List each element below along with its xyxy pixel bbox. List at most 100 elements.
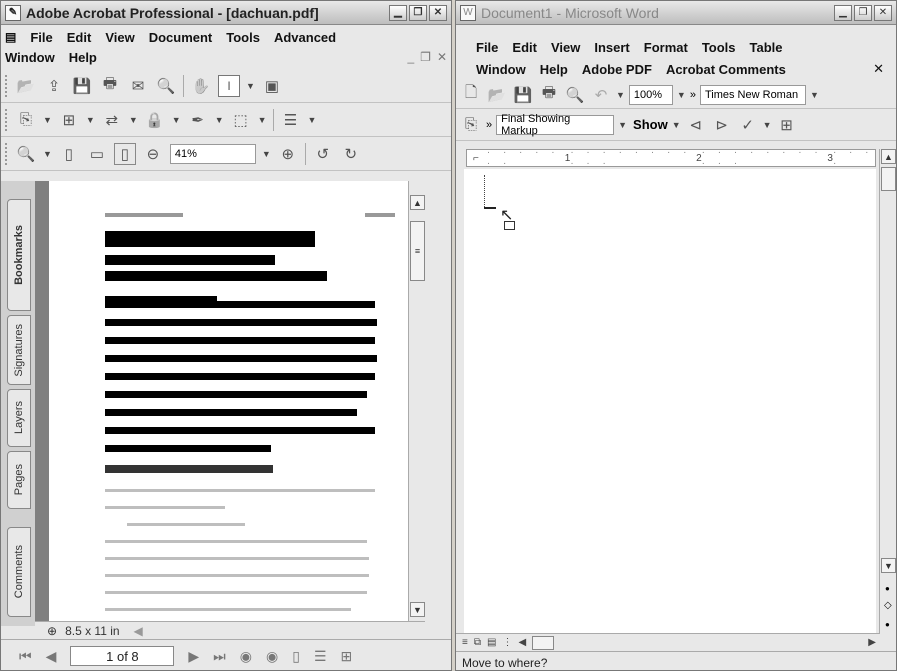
close-icon[interactable]: ✕ xyxy=(429,4,447,21)
actual-size-icon[interactable]: ▯ xyxy=(58,143,80,165)
chevron-down-icon[interactable]: ▼ xyxy=(308,115,317,125)
insert-comment-icon[interactable]: ⊞ xyxy=(776,114,798,136)
close-icon[interactable]: ✕ xyxy=(874,4,892,21)
menu-help[interactable]: Help xyxy=(69,50,97,65)
rotate-left-icon[interactable]: ↺ xyxy=(312,143,334,165)
tab-comments[interactable]: Comments xyxy=(7,527,31,617)
open-icon[interactable]: 📂 xyxy=(486,84,508,106)
chevron-down-icon[interactable]: ▼ xyxy=(810,90,819,100)
scroll-down-icon[interactable]: ▼ xyxy=(881,558,896,573)
menu-file[interactable]: File xyxy=(30,30,52,45)
first-page-icon[interactable]: ⏮ xyxy=(19,648,32,665)
hscroll-left-icon[interactable]: ◀ xyxy=(518,637,526,648)
chevron-down-icon[interactable]: ▼ xyxy=(215,115,224,125)
new-icon[interactable]: 🗋 xyxy=(460,84,482,106)
undo-icon[interactable]: ↶ xyxy=(590,84,612,106)
previous-page-icon[interactable]: ● xyxy=(885,584,890,593)
toolbar-options-icon[interactable]: » xyxy=(486,119,492,131)
doc-close-icon[interactable]: ✕ xyxy=(873,61,884,77)
save-icon[interactable]: 💾 xyxy=(71,75,93,97)
hscroll-right-icon[interactable]: ▶ xyxy=(868,637,876,648)
menu-edit[interactable]: Edit xyxy=(67,30,92,45)
restore-icon[interactable]: ❐ xyxy=(854,4,872,21)
zoom-in-plus-icon[interactable]: ⊕ xyxy=(277,143,299,165)
menu-advanced[interactable]: Advanced xyxy=(274,30,336,45)
toolbar-options-icon[interactable]: » xyxy=(690,89,696,101)
previous-page-icon[interactable]: ◀ xyxy=(46,648,57,665)
zoom-out-icon[interactable]: ⊖ xyxy=(142,143,164,165)
facing-pages-icon[interactable]: ⊞ xyxy=(341,648,353,665)
minimize-icon[interactable]: ▁ xyxy=(389,4,407,21)
scroll-thumb[interactable] xyxy=(881,167,896,191)
chevron-down-icon[interactable]: ▼ xyxy=(616,90,625,100)
menu-help[interactable]: Help xyxy=(540,62,568,77)
scroll-down-icon[interactable]: ▼ xyxy=(410,602,425,617)
chevron-down-icon[interactable]: ▼ xyxy=(246,81,255,91)
chevron-down-icon[interactable]: ▼ xyxy=(43,149,52,159)
reviewing-icon[interactable]: ⎘ xyxy=(460,114,482,136)
go-back-icon[interactable]: ◉ xyxy=(240,648,252,665)
tab-layers[interactable]: Layers xyxy=(7,389,31,447)
rotate-right-icon[interactable]: ↻ xyxy=(340,143,362,165)
normal-view-icon[interactable]: ≡ xyxy=(462,637,468,648)
menu-file[interactable]: File xyxy=(476,40,498,55)
tab-signatures[interactable]: Signatures xyxy=(7,315,31,385)
select-browse-object-icon[interactable]: ◇ xyxy=(884,600,892,611)
open-icon[interactable]: 📂 xyxy=(15,75,37,97)
menu-window[interactable]: Window xyxy=(476,62,526,77)
chevron-down-icon[interactable]: ▼ xyxy=(86,115,95,125)
snapshot-icon[interactable]: ▣ xyxy=(261,75,283,97)
fit-width-icon[interactable]: ▯ xyxy=(113,142,136,165)
single-page-icon[interactable]: ▯ xyxy=(292,648,300,665)
chevron-down-icon[interactable]: ▼ xyxy=(43,115,52,125)
next-change-icon[interactable]: ⊳ xyxy=(711,114,733,136)
chevron-down-icon[interactable]: ▼ xyxy=(172,115,181,125)
menu-edit[interactable]: Edit xyxy=(512,40,537,55)
forms-icon[interactable]: ⬚ xyxy=(230,109,252,131)
menu-document[interactable]: Document xyxy=(149,30,213,45)
hand-tool-icon[interactable]: ✋ xyxy=(190,75,212,97)
hscroll-left-icon[interactable]: ◀ xyxy=(134,624,143,638)
word-vertical-scrollbar[interactable]: ▲ ▼ ● ◇ ● xyxy=(879,149,896,633)
menu-format[interactable]: Format xyxy=(644,40,688,55)
print-icon[interactable]: 🖶 xyxy=(99,75,121,97)
print-icon[interactable]: 🖶 xyxy=(538,84,560,106)
menu-tools[interactable]: Tools xyxy=(702,40,736,55)
email-icon[interactable]: ✉ xyxy=(127,75,149,97)
menu-insert[interactable]: Insert xyxy=(594,40,629,55)
chevron-down-icon[interactable]: ▼ xyxy=(672,120,681,130)
menu-tools[interactable]: Tools xyxy=(226,30,260,45)
save-icon[interactable]: 💾 xyxy=(512,84,534,106)
font-field[interactable]: Times New Roman xyxy=(699,84,806,105)
menu-table[interactable]: Table xyxy=(750,40,783,55)
previous-change-icon[interactable]: ⊲ xyxy=(685,114,707,136)
tab-pages[interactable]: Pages xyxy=(7,451,31,509)
accept-change-icon[interactable]: ✓ xyxy=(737,114,759,136)
print-preview-icon[interactable]: 🔍 xyxy=(564,84,586,106)
pdf-vertical-scrollbar[interactable]: ▲ ≡ ▼ xyxy=(408,181,425,621)
create-pdf-icon[interactable]: ⇪ xyxy=(43,75,65,97)
menu-view[interactable]: View xyxy=(105,30,134,45)
chevron-down-icon[interactable]: ▼ xyxy=(677,90,686,100)
zoom-in-icon[interactable]: 🔍 xyxy=(15,143,37,165)
chevron-down-icon[interactable]: ▼ xyxy=(258,115,267,125)
next-page-icon[interactable]: ● xyxy=(885,620,890,629)
chevron-down-icon[interactable]: ▼ xyxy=(129,115,138,125)
secure-lock-icon[interactable]: 🔒 xyxy=(144,109,166,131)
zoom-field[interactable]: 100% xyxy=(628,84,673,105)
go-forward-icon[interactable]: ◉ xyxy=(266,648,278,665)
acrobat-doc-icon[interactable]: ▤ xyxy=(5,30,16,44)
minimize-icon[interactable]: ▁ xyxy=(834,4,852,21)
scroll-up-icon[interactable]: ▲ xyxy=(881,149,896,164)
menu-adobe-pdf[interactable]: Adobe PDF xyxy=(582,62,652,77)
fit-page-icon[interactable]: ▭ xyxy=(86,143,108,165)
tab-bookmarks[interactable]: Bookmarks xyxy=(7,199,31,311)
scroll-thumb[interactable]: ≡ xyxy=(410,221,425,281)
continuous-icon[interactable]: ☰ xyxy=(314,648,327,665)
chevron-down-icon[interactable]: ▼ xyxy=(618,120,627,130)
markup-mode-field[interactable]: Final Showing Markup xyxy=(496,113,615,137)
menu-view[interactable]: View xyxy=(551,40,580,55)
search-icon[interactable]: 🔍 xyxy=(155,75,177,97)
menu-acrobat-comments[interactable]: Acrobat Comments xyxy=(666,62,786,77)
export-icon[interactable]: ⇄ xyxy=(101,109,123,131)
